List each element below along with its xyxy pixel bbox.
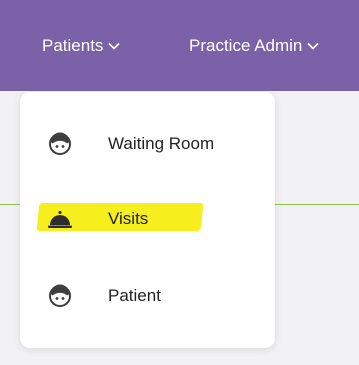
menu-item-waiting-room[interactable]: Waiting Room	[20, 116, 275, 172]
chevron-down-icon	[307, 42, 319, 50]
nav-patients-label: Patients	[42, 35, 104, 55]
chevron-down-icon	[108, 42, 121, 50]
nav-patients-menu[interactable]: Patients	[42, 0, 121, 91]
patients-dropdown-menu: Waiting Room Visits Patient	[20, 92, 275, 348]
menu-item-patient[interactable]: Patient	[20, 268, 275, 324]
menu-item-visits[interactable]: Visits	[20, 191, 275, 247]
menu-item-patient-label: Patient	[108, 286, 161, 305]
menu-item-visits-label: Visits	[108, 209, 149, 228]
service-bell-icon	[46, 205, 74, 233]
patient-face-icon	[46, 130, 74, 158]
nav-practice-admin-label: Practice Admin	[189, 35, 303, 55]
top-navigation-bar: Patients Practice Admin	[0, 0, 359, 91]
nav-practice-admin-menu[interactable]: Practice Admin	[189, 0, 319, 91]
menu-item-waiting-room-label: Waiting Room	[108, 134, 215, 153]
patient-face-icon	[46, 282, 74, 310]
